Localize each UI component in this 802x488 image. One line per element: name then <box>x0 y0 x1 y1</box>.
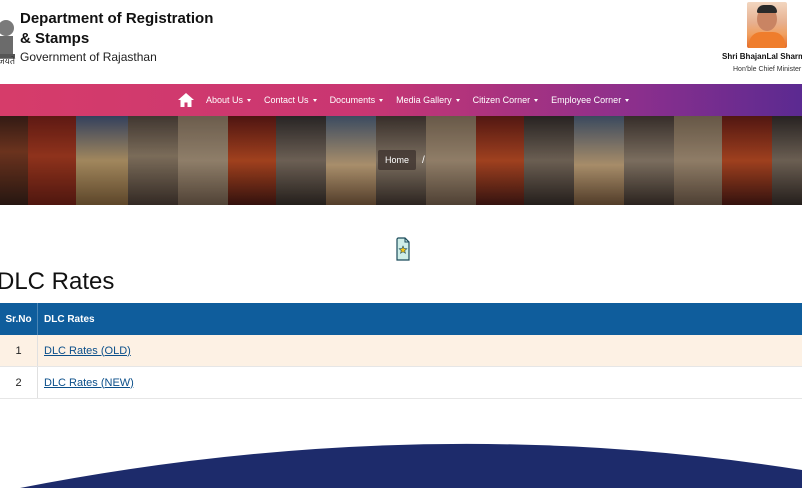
star-document-icon <box>396 237 410 261</box>
footer-arc <box>20 443 802 488</box>
header-dlc-rates: DLC Rates <box>44 313 95 325</box>
dlc-rates-table: Sr.No DLC Rates 1 DLC Rates (OLD) 2 DLC … <box>0 303 802 399</box>
header-srno: Sr.No <box>0 303 38 335</box>
department-title[interactable]: Department of Registration & Stamps <box>20 9 220 49</box>
site-header: जयते Department of Registration & Stamps… <box>0 0 802 84</box>
nav-citizen-corner[interactable]: Citizen Corner <box>473 95 539 105</box>
department-subtitle: Government of Rajasthan <box>20 50 157 64</box>
emblem-motto: जयते <box>0 57 16 67</box>
table-row: 2 DLC Rates (NEW) <box>0 367 802 399</box>
home-icon[interactable] <box>178 93 194 107</box>
chief-minister-name: Shri BhajanLal Sharma <box>722 52 802 61</box>
table-row: 1 DLC Rates (OLD) <box>0 335 802 367</box>
nav-employee-corner[interactable]: Employee Corner <box>551 95 630 105</box>
row-srno: 2 <box>0 367 38 398</box>
chevron-down-icon <box>247 98 252 102</box>
chevron-down-icon <box>379 98 384 102</box>
chief-minister-photo <box>747 2 787 48</box>
main-navigation: About Us Contact Us Documents Media Gall… <box>0 84 802 116</box>
nav-about-us[interactable]: About Us <box>206 95 252 105</box>
breadcrumb-home[interactable]: Home <box>378 150 417 170</box>
chevron-down-icon <box>455 98 460 102</box>
table-header: Sr.No DLC Rates <box>0 303 802 335</box>
nav-media-gallery[interactable]: Media Gallery <box>396 95 460 105</box>
breadcrumb-separator: / <box>422 154 425 166</box>
dlc-rates-old-link[interactable]: DLC Rates (OLD) <box>44 345 131 357</box>
nav-documents[interactable]: Documents <box>330 95 384 105</box>
breadcrumb: Home / <box>378 150 425 170</box>
page-title: DLC Rates <box>0 268 115 295</box>
chevron-down-icon <box>534 98 539 102</box>
dlc-rates-new-link[interactable]: DLC Rates (NEW) <box>44 377 134 389</box>
chief-minister-role: Hon'ble Chief Minister <box>733 66 802 73</box>
nav-contact-us[interactable]: Contact Us <box>264 95 317 105</box>
chevron-down-icon <box>312 98 317 102</box>
chevron-down-icon <box>625 98 630 102</box>
row-srno: 1 <box>0 335 38 366</box>
